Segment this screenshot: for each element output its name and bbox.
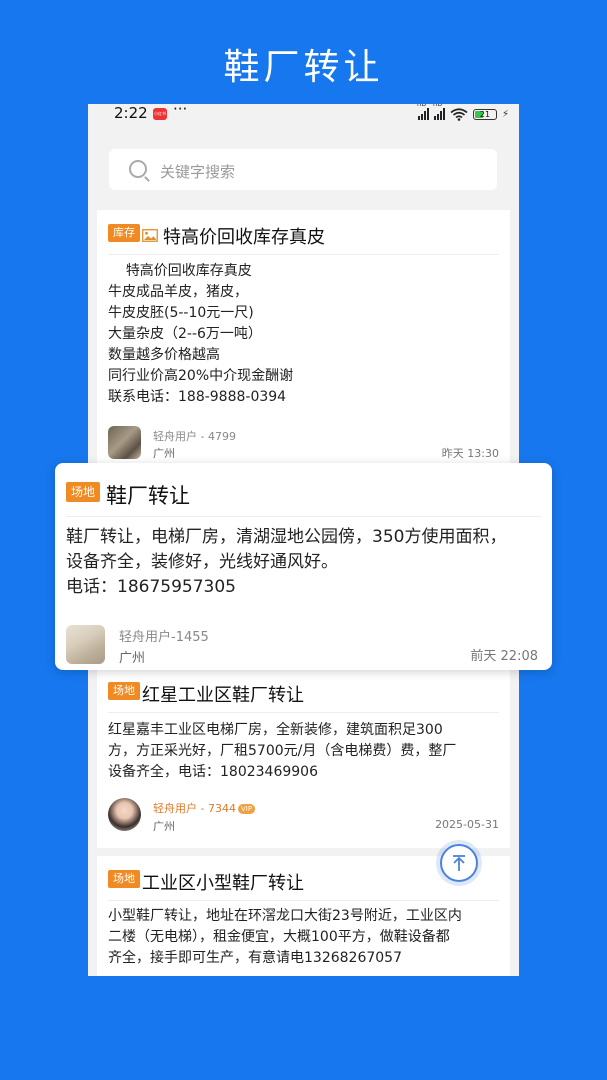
status-bar: 2:22 小红书 ··· HD HD 21 ⚡ — [88, 104, 519, 126]
category-tag: 场地 — [108, 682, 140, 700]
vip-badge: VIP — [237, 804, 256, 814]
user-city: 广州 — [153, 447, 175, 460]
search-placeholder: 关键字搜索 — [160, 163, 236, 181]
user-name: 轻舟用户-1455 — [119, 630, 209, 645]
image-icon — [142, 229, 158, 242]
charging-icon: ⚡ — [501, 108, 509, 120]
status-time: 2:22 — [114, 104, 148, 122]
listing-body: 小型鞋厂转让，地址在环滘龙口大街23号附近，工业区内 二楼（无电梯），租金便宜，… — [108, 908, 462, 966]
post-time: 昨天 13:30 — [441, 447, 499, 460]
status-icons: HD HD 21 ⚡ — [417, 104, 509, 122]
search-input[interactable]: 关键字搜索 — [109, 149, 497, 190]
user-name-text: 轻舟用户 - 7344 — [153, 802, 236, 815]
battery-icon: 21 — [472, 108, 497, 120]
avatar — [108, 426, 141, 459]
avatar — [108, 798, 141, 831]
divider — [108, 900, 499, 901]
listing-title: 鞋厂转让 — [106, 484, 190, 508]
divider — [66, 516, 541, 517]
user-city: 广州 — [119, 651, 146, 666]
more-notifications-icon: ··· — [173, 104, 188, 118]
listing-title: 工业区小型鞋厂转让 — [142, 873, 304, 894]
signal-icon: HD — [417, 104, 429, 120]
scroll-to-top-button[interactable] — [440, 844, 478, 882]
divider — [108, 712, 499, 713]
listing-body: 鞋厂转让，电梯厂房，清湖湿地公园傍，350方使用面积， 设备齐全，装修好，光线好… — [66, 527, 507, 597]
listing-body: 红星嘉丰工业区电梯厂房，全新装修，建筑面积足300 方，方正采光好，厂租5700… — [108, 722, 457, 780]
listing-title: 红星工业区鞋厂转让 — [142, 685, 304, 706]
post-time: 2025-05-31 — [435, 818, 499, 831]
notification-badge: 小红书 — [153, 108, 167, 120]
category-tag: 库存 — [108, 224, 140, 242]
banner-title: 鞋厂转让 — [223, 47, 384, 88]
search-icon — [129, 160, 147, 178]
user-name: 轻舟用户 - 4799 — [153, 430, 236, 443]
post-time: 前天 22:08 — [470, 649, 538, 664]
listing-body: 特高价回收库存真皮 牛皮成品羊皮，猪皮， 牛皮皮胚(5--10元一尺) 大量杂皮… — [108, 263, 294, 405]
featured-listing-card[interactable]: 场地 鞋厂转让 鞋厂转让，电梯厂房，清湖湿地公园傍，350方使用面积， 设备齐全… — [55, 463, 552, 670]
list-item[interactable]: 库存 特高价回收库存真皮 特高价回收库存真皮 牛皮成品羊皮，猪皮， 牛皮皮胚(5… — [97, 210, 510, 464]
category-tag: 场地 — [108, 870, 140, 888]
divider — [108, 254, 499, 255]
user-city: 广州 — [153, 820, 175, 833]
battery-level: 21 — [479, 109, 491, 119]
signal-icon-2: HD — [433, 104, 445, 120]
category-tag: 场地 — [66, 482, 101, 502]
avatar — [66, 625, 105, 664]
user-name: 轻舟用户 - 7344 VIP — [153, 800, 256, 816]
listing-title: 特高价回收库存真皮 — [163, 227, 325, 248]
wifi-icon — [450, 107, 468, 121]
list-item[interactable]: 场地 红星工业区鞋厂转让 红星嘉丰工业区电梯厂房，全新装修，建筑面积足300 方… — [97, 670, 510, 848]
arrow-up-icon — [453, 855, 465, 871]
